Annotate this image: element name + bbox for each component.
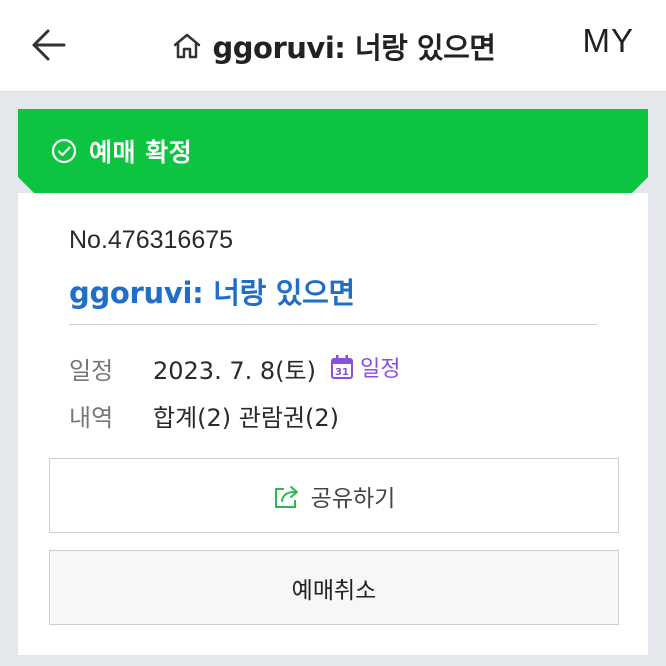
calendar-icon: 31 [331,355,353,379]
home-icon[interactable] [171,30,203,62]
booking-number: No.476316675 [69,226,234,254]
share-button[interactable]: 공유하기 [49,458,619,533]
booking-card: No.476316675 ggoruvi: 너랑 있으면 일정 2023. 7.… [18,193,648,655]
schedule-value: 2023. 7. 8(토) [153,357,316,385]
show-name-link[interactable]: ggoruvi: 너랑 있으면 [69,270,355,312]
cancel-button-label: 예매취소 [291,577,377,604]
my-page-button[interactable]: MY [583,22,635,60]
cancel-booking-button[interactable]: 예매취소 [49,550,619,625]
banner-notch-right [632,177,648,193]
divider [69,324,597,325]
share-icon [274,485,298,508]
details-value: 합계(2) 관람권(2) [153,404,340,432]
calendar-link-label: 일정 [360,357,401,382]
top-header: ggoruvi: 너랑 있으면 MY [0,0,666,92]
check-circle-icon [51,138,77,164]
calendar-day-number: 31 [335,367,349,378]
schedule-label: 일정 [69,357,114,385]
banner-notch-left [18,177,34,193]
status-banner: 예매 확정 [18,109,648,193]
add-calendar-link[interactable]: 31 일정 [330,351,400,383]
page-title: ggoruvi: 너랑 있으면 [212,30,496,65]
header-title-group: ggoruvi: 너랑 있으면 [0,0,666,91]
status-text: 예매 확정 [89,138,193,167]
share-button-label: 공유하기 [310,485,396,512]
details-label: 내역 [69,404,114,432]
